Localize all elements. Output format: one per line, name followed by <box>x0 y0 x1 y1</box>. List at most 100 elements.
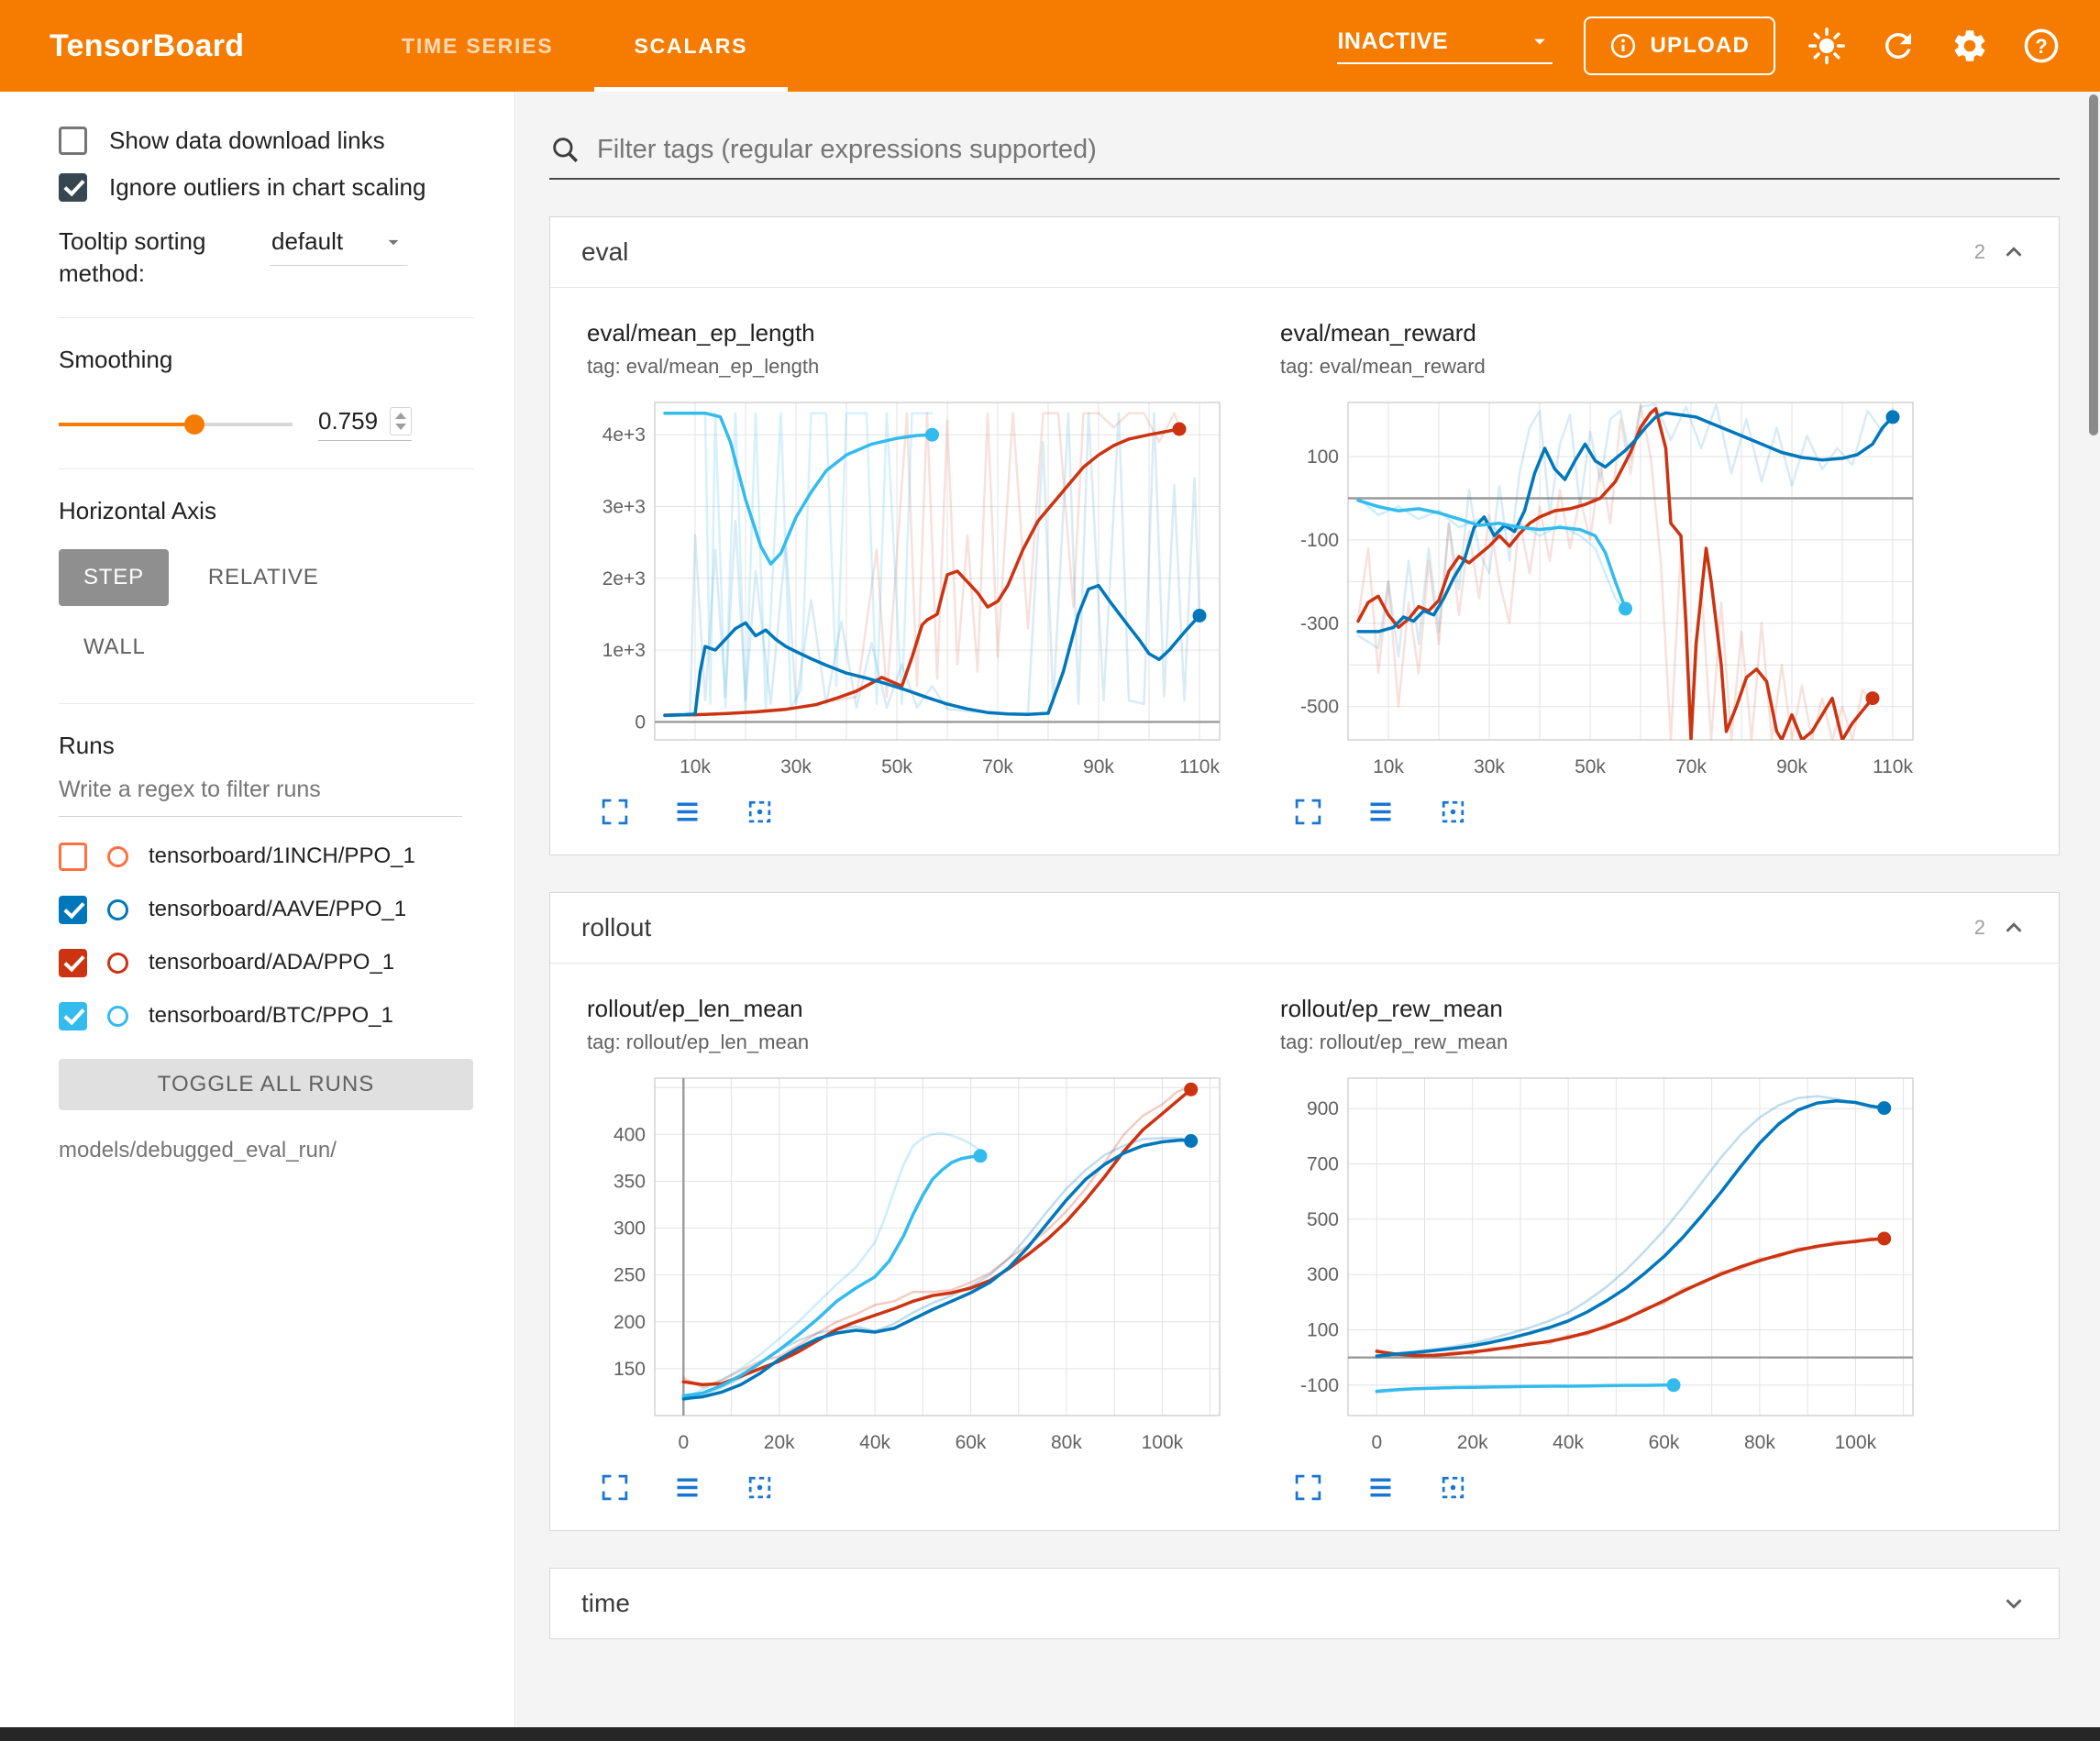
run-item[interactable]: tensorboard/ADA/PPO_1 <box>59 936 483 989</box>
tooltip-sorting-row: Tooltip sorting method: default <box>59 226 483 290</box>
smoothing-input[interactable]: 0.759 <box>318 407 412 441</box>
svg-text:0: 0 <box>678 1432 689 1453</box>
svg-text:50k: 50k <box>1575 756 1606 777</box>
smoothing-stepper[interactable] <box>390 407 412 435</box>
line-chart[interactable]: 020k40k60k80k100k-100100300500700900 <box>1280 1067 1922 1461</box>
svg-text:90k: 90k <box>1083 756 1114 777</box>
chart-actions <box>600 797 1229 827</box>
run-label: tensorboard/ADA/PPO_1 <box>149 950 394 975</box>
smoothing-slider[interactable] <box>59 413 293 435</box>
axis-wall-button[interactable]: WALL <box>59 619 171 676</box>
tooltip-sorting-label: Tooltip sorting method: <box>59 226 238 290</box>
status-dropdown[interactable]: INACTIVE <box>1337 28 1553 64</box>
run-item[interactable]: tensorboard/1INCH/PPO_1 <box>59 830 483 883</box>
show-download-checkbox[interactable] <box>59 127 87 155</box>
svg-text:-100: -100 <box>1300 530 1339 551</box>
svg-text:40k: 40k <box>859 1432 890 1453</box>
smoothing-label: Smoothing <box>59 346 483 374</box>
run-item[interactable]: tensorboard/BTC/PPO_1 <box>59 989 483 1042</box>
smoothing-row: 0.759 <box>59 407 483 441</box>
header-actions: INACTIVE UPLOAD <box>1337 17 2061 75</box>
svg-text:90k: 90k <box>1776 756 1807 777</box>
ignore-outliers-checkbox[interactable] <box>59 173 87 202</box>
tab-bar: TIME SERIES SCALARS <box>361 0 788 92</box>
ignore-outliers-row: Ignore outliers in chart scaling <box>59 173 483 202</box>
sidebar: Show data download links Ignore outliers… <box>0 92 515 1727</box>
chart-rollout-ep-rew-mean: rollout/ep_rew_mean tag: rollout/ep_rew_… <box>1280 995 1922 1503</box>
run-item[interactable]: tensorboard/AAVE/PPO_1 <box>59 883 483 936</box>
info-icon <box>1609 32 1637 60</box>
expand-chart-icon[interactable] <box>600 1472 630 1503</box>
scrollbar[interactable] <box>2089 94 2098 435</box>
chart-actions <box>1293 797 1922 827</box>
svg-text:3e+3: 3e+3 <box>602 497 646 518</box>
chevron-up-icon <box>2000 914 2028 942</box>
axis-step-button[interactable]: STEP <box>59 549 169 606</box>
run-checkbox[interactable] <box>59 843 87 871</box>
tooltip-sorting-dropdown[interactable]: default <box>270 226 407 266</box>
section-eval-header[interactable]: eval 2 <box>550 217 2059 287</box>
filter-tags-input[interactable] <box>597 135 2060 165</box>
status-dropdown-value: INACTIVE <box>1337 28 1448 55</box>
data-table-icon[interactable] <box>672 797 702 827</box>
chart-rollout-ep-len-mean: rollout/ep_len_mean tag: rollout/ep_len_… <box>587 995 1229 1503</box>
toggle-all-runs-button[interactable]: TOGGLE ALL RUNS <box>59 1059 473 1110</box>
section-title: time <box>581 1589 630 1618</box>
section-count: 2 <box>1974 240 1985 264</box>
chart-tag: tag: eval/mean_reward <box>1280 355 1922 379</box>
line-chart[interactable]: 020k40k60k80k100k150200250300350400 <box>587 1067 1229 1461</box>
run-checkbox[interactable] <box>59 896 87 924</box>
svg-text:30k: 30k <box>780 756 812 777</box>
slider-track[interactable] <box>59 423 293 426</box>
expand-chart-icon[interactable] <box>600 797 630 827</box>
chart-actions <box>1293 1472 1922 1503</box>
svg-text:80k: 80k <box>1051 1432 1082 1453</box>
svg-text:40k: 40k <box>1553 1432 1584 1453</box>
section-time: time <box>549 1568 2060 1639</box>
data-table-icon[interactable] <box>1365 797 1396 827</box>
run-checkbox[interactable] <box>59 949 87 977</box>
line-chart[interactable]: 10k30k50k70k90k110k01e+32e+33e+34e+3 <box>587 391 1229 786</box>
fit-domain-icon[interactable] <box>745 797 775 827</box>
line-chart[interactable]: 10k30k50k70k90k110k100-100-300-500 <box>1280 391 1922 786</box>
tab-time-series[interactable]: TIME SERIES <box>361 0 594 92</box>
section-rollout-header[interactable]: rollout 2 <box>550 893 2059 963</box>
brightness-icon[interactable] <box>1807 26 1847 66</box>
svg-text:1e+3: 1e+3 <box>602 640 646 661</box>
fit-domain-icon[interactable] <box>1438 1472 1468 1503</box>
expand-chart-icon[interactable] <box>1293 1472 1323 1503</box>
fit-domain-icon[interactable] <box>1438 797 1468 827</box>
refresh-icon[interactable] <box>1878 26 1918 66</box>
divider <box>59 468 474 469</box>
slider-thumb[interactable] <box>184 414 204 435</box>
section-time-header[interactable]: time <box>550 1569 2059 1638</box>
expand-chart-icon[interactable] <box>1293 797 1323 827</box>
svg-text:-300: -300 <box>1300 613 1339 634</box>
run-checkbox[interactable] <box>59 1002 87 1030</box>
svg-text:?: ? <box>2035 35 2047 58</box>
axis-relative-button[interactable]: RELATIVE <box>183 549 344 606</box>
svg-text:100k: 100k <box>1142 1432 1184 1453</box>
horizontal-axis-buttons: STEP RELATIVE WALL <box>59 549 381 676</box>
run-label: tensorboard/AAVE/PPO_1 <box>149 897 406 922</box>
tab-scalars[interactable]: SCALARS <box>594 0 789 92</box>
chart-tag: tag: rollout/ep_len_mean <box>587 1030 1229 1054</box>
section-count: 2 <box>1974 916 1985 940</box>
tooltip-sorting-value: default <box>271 227 343 256</box>
runs-label: Runs <box>59 732 483 760</box>
data-table-icon[interactable] <box>1365 1472 1396 1503</box>
runs-filter-input[interactable] <box>59 760 462 817</box>
app-title[interactable]: TensorBoard <box>50 28 325 64</box>
settings-icon[interactable] <box>1950 26 1990 66</box>
help-icon[interactable]: ? <box>2021 26 2061 66</box>
horizontal-axis-label: Horizontal Axis <box>59 497 483 525</box>
show-download-label: Show data download links <box>109 127 385 155</box>
data-table-icon[interactable] <box>672 1472 702 1503</box>
svg-text:-500: -500 <box>1300 697 1339 718</box>
upload-button[interactable]: UPLOAD <box>1584 17 1775 75</box>
chart-title: rollout/ep_rew_mean <box>1280 995 1922 1023</box>
svg-text:4e+3: 4e+3 <box>602 424 646 446</box>
fit-domain-icon[interactable] <box>745 1472 775 1503</box>
search-icon <box>549 134 580 165</box>
svg-text:150: 150 <box>613 1359 646 1380</box>
